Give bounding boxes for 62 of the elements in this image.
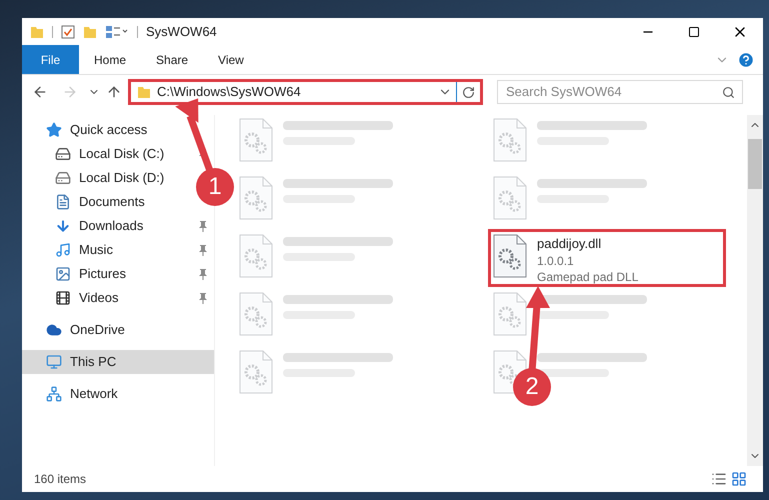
sidebar-item[interactable]: Music [22,238,214,262]
address-bar[interactable]: C:\Windows\SysWOW64 [128,79,483,105]
sidebar-item[interactable]: Local Disk (C:) [22,142,214,166]
properties-icon [61,24,75,38]
monitor-icon [46,354,62,370]
file-detail: Gamepad pad DLL [537,269,638,285]
sidebar-item[interactable]: Network [22,382,122,406]
star-icon [46,122,62,138]
film-icon [55,290,71,306]
item-count: 160 items [34,471,86,488]
refresh-icon[interactable] [462,86,475,98]
search-field[interactable]: Search SysWOW64 [497,80,743,104]
sidebar-label: OneDrive [70,321,125,340]
sidebar-label: Videos [79,289,120,308]
sidebar-item[interactable]: Local Disk (D:) [22,166,168,190]
sidebar-label: Local Disk (D:) [79,169,164,188]
address-path: C:\Windows\SysWOW64 [157,83,302,102]
folder-icon [30,24,44,38]
maximize-icon[interactable] [688,26,700,38]
download-icon [55,218,71,234]
details-view-icon[interactable] [711,471,727,487]
scrollbar[interactable] [747,115,763,466]
customize-toolbar-icon[interactable] [105,24,129,38]
help-icon[interactable] [737,50,755,68]
back-icon[interactable] [32,84,48,100]
sidebar-label: This PC [70,353,118,372]
network-icon [46,386,62,402]
drive-icon [55,170,71,186]
drive-icon [55,146,71,162]
sidebar-item[interactable]: Downloads [22,214,214,238]
window-title: SysWOW64 [146,22,217,41]
file-name: paddijoy.dll [537,235,602,253]
sidebar-item[interactable]: This PC [22,350,214,374]
sidebar-label: Quick access [70,121,148,140]
cloud-icon [46,322,62,338]
picture-icon [55,266,71,282]
ribbon-tab[interactable]: Share [141,45,204,74]
blurred-text-bar [537,311,609,319]
search-icon[interactable] [722,86,735,99]
ribbon-tab[interactable]: File [22,45,79,74]
large-icons-view-icon[interactable] [731,471,747,487]
up-icon[interactable] [106,84,122,100]
scrollbar-thumb[interactable] [748,139,762,189]
new-folder-icon [83,24,97,38]
folder-icon [137,85,151,99]
sidebar-item[interactable]: Quick access [22,118,152,142]
music-note-icon [55,242,71,258]
sidebar-label: Documents [79,193,145,212]
sidebar-label: Music [79,241,114,260]
sidebar-label: Downloads [79,217,144,236]
highlighted-file[interactable]: paddijoy.dll 1.0.0.1 Gamepad pad DLL [493,234,721,282]
document-icon [55,194,71,210]
sidebar-label: Pictures [79,265,127,284]
sidebar-label: Network [70,385,118,404]
ribbon-tab[interactable]: View [203,45,259,74]
sidebar-item[interactable]: Videos [22,286,214,310]
sidebar-label: Local Disk (C:) [79,145,166,164]
sidebar-item[interactable]: OneDrive [22,318,129,342]
file-detail: 1.0.0.1 [537,253,575,269]
sidebar-item[interactable]: Pictures [22,262,214,286]
ribbon-tab[interactable]: Home [79,45,142,74]
sidebar-item[interactable]: Documents [22,190,149,214]
